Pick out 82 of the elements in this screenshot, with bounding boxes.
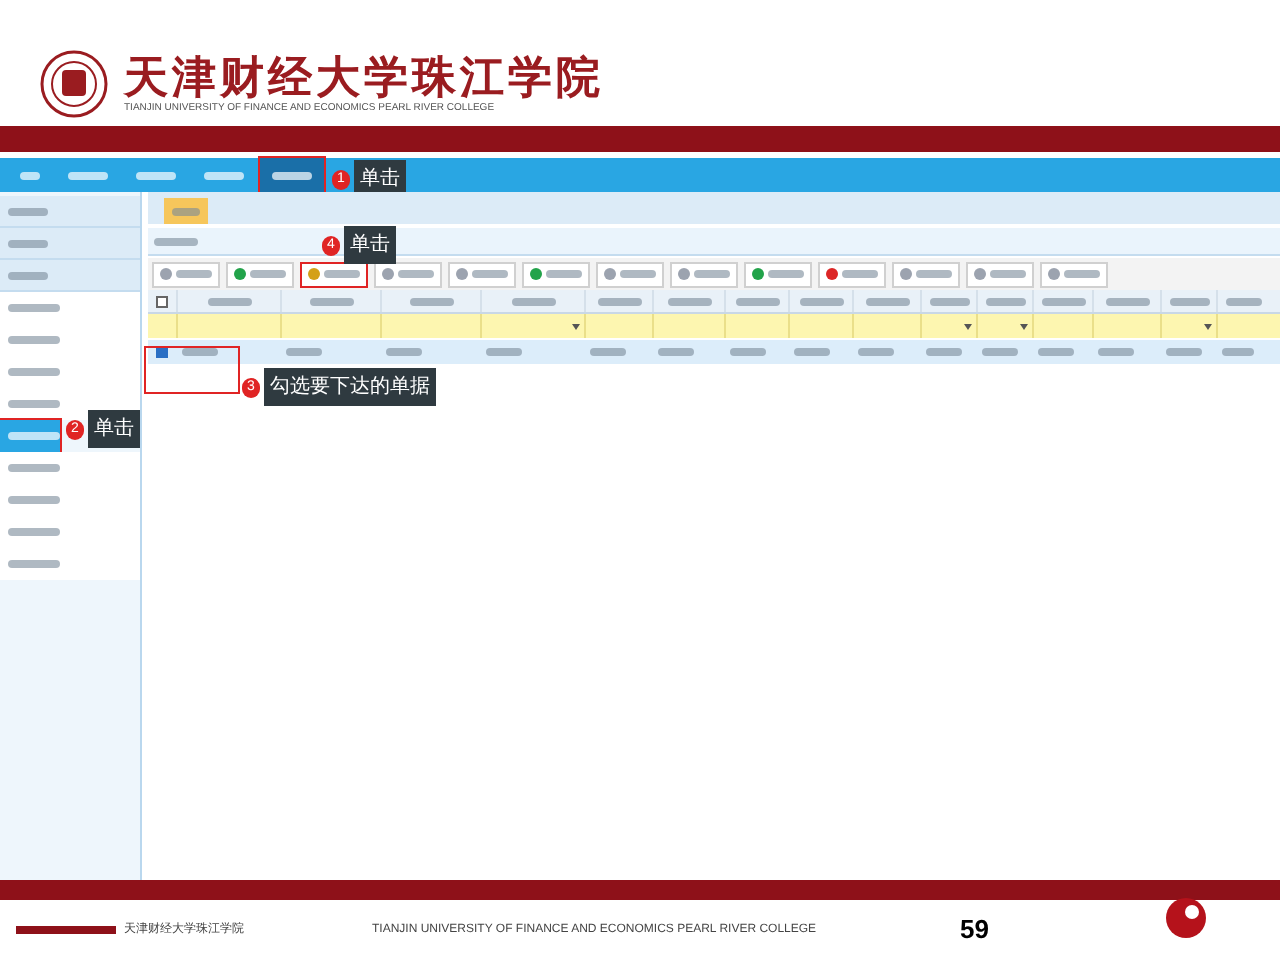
illegible-text <box>916 270 952 278</box>
illegible-text <box>1169 297 1209 305</box>
illegible-text <box>286 348 322 356</box>
illegible-text <box>309 297 353 305</box>
illegible-text <box>590 348 626 356</box>
college-seal-icon <box>40 50 108 118</box>
illegible-text <box>799 297 843 305</box>
illegible-text <box>176 270 212 278</box>
illegible-text <box>20 171 40 179</box>
illegible-text <box>768 270 804 278</box>
toolbar-button[interactable] <box>300 261 368 287</box>
illegible-text <box>154 237 198 245</box>
illegible-text <box>694 270 730 278</box>
illegible-text <box>865 297 909 305</box>
illegible-text <box>982 348 1018 356</box>
illegible-text <box>8 432 60 440</box>
illegible-text <box>1105 297 1149 305</box>
illegible-text <box>8 400 60 408</box>
illegible-text <box>1166 348 1202 356</box>
illegible-text <box>546 270 582 278</box>
illegible-text <box>409 297 453 305</box>
callout-tooltip: 单击 <box>344 226 396 264</box>
nav-tab[interactable] <box>260 158 324 192</box>
college-title: 天津财经大学珠江学院 <box>124 54 604 102</box>
illegible-text <box>511 297 555 305</box>
dropdown-caret-icon[interactable] <box>964 323 972 329</box>
illegible-text <box>486 348 522 356</box>
illegible-text <box>1064 270 1100 278</box>
illegible-text <box>8 496 60 504</box>
filter-cell[interactable] <box>976 314 1032 338</box>
table-row[interactable] <box>148 340 1280 364</box>
college-emblem-icon <box>1164 896 1209 940</box>
illegible-text <box>985 297 1025 305</box>
illegible-text <box>8 336 60 344</box>
page-tab[interactable] <box>164 198 208 224</box>
illegible-text <box>136 171 176 179</box>
illegible-text <box>398 270 434 278</box>
illegible-text <box>929 297 969 305</box>
illegible-text <box>8 464 60 472</box>
illegible-text <box>272 171 312 179</box>
dropdown-caret-icon[interactable] <box>572 323 580 329</box>
dropdown-caret-icon[interactable] <box>1020 323 1028 329</box>
illegible-text <box>667 297 711 305</box>
illegible-text <box>207 297 251 305</box>
illegible-text <box>472 270 508 278</box>
illegible-text <box>8 239 48 247</box>
illegible-text <box>182 348 218 356</box>
illegible-text <box>658 348 694 356</box>
callout-tooltip: 勾选要下达的单据 <box>264 368 436 406</box>
page-number: 59 <box>960 912 989 949</box>
illegible-text <box>8 271 48 279</box>
illegible-text <box>1222 348 1254 356</box>
illegible-text <box>858 348 894 356</box>
filter-cell[interactable] <box>1160 314 1216 338</box>
illegible-text <box>8 207 48 215</box>
illegible-text <box>1098 348 1134 356</box>
illegible-text <box>990 270 1026 278</box>
illegible-text <box>324 270 360 278</box>
callout-tooltip: 单击 <box>88 410 140 448</box>
illegible-text <box>794 348 830 356</box>
illegible-text <box>1225 297 1261 305</box>
illegible-text <box>172 207 200 215</box>
illegible-text <box>250 270 286 278</box>
illegible-text <box>204 171 244 179</box>
filter-cell[interactable] <box>480 314 584 338</box>
illegible-text <box>926 348 962 356</box>
illegible-text <box>1038 348 1074 356</box>
illegible-text <box>597 297 641 305</box>
select-all-checkbox[interactable] <box>156 295 168 307</box>
illegible-text <box>386 348 422 356</box>
illegible-text <box>68 171 108 179</box>
illegible-text <box>620 270 656 278</box>
illegible-text <box>8 368 60 376</box>
illegible-text <box>8 304 60 312</box>
illegible-text <box>1041 297 1085 305</box>
illegible-text <box>842 270 878 278</box>
dropdown-caret-icon[interactable] <box>1204 323 1212 329</box>
illegible-text <box>8 560 60 568</box>
illegible-text <box>735 297 779 305</box>
illegible-text <box>730 348 766 356</box>
filter-cell[interactable] <box>920 314 976 338</box>
illegible-text <box>8 528 60 536</box>
